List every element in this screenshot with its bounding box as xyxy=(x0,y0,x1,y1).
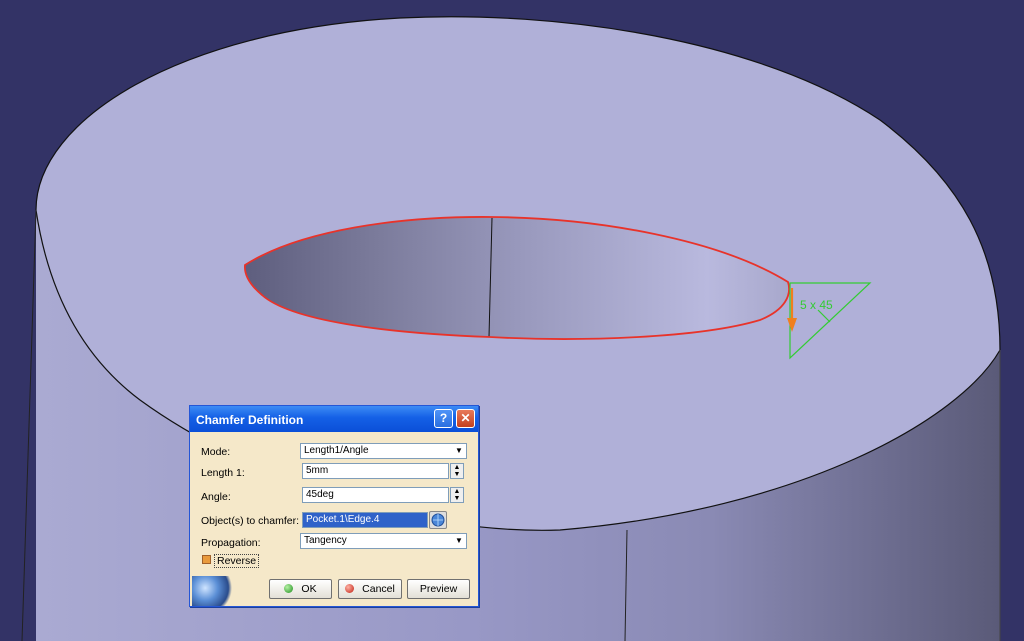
dialog-titlebar[interactable]: Chamfer Definition ? ✕ xyxy=(190,406,478,432)
objects-label: Object(s) to chamfer: xyxy=(201,515,300,527)
close-icon[interactable]: ✕ xyxy=(456,409,475,428)
chamfer-dimension-label: 5 x 45 xyxy=(800,298,833,312)
chamfer-definition-dialog: Chamfer Definition ? ✕ Mode: Length1/Ang… xyxy=(189,405,479,607)
cancel-button[interactable]: Cancel xyxy=(338,579,402,599)
angle-input[interactable]: 45deg xyxy=(302,487,449,503)
length1-label: Length 1: xyxy=(201,467,245,479)
ok-icon xyxy=(284,584,294,593)
propagation-label: Propagation: xyxy=(201,537,261,549)
reverse-checkbox[interactable] xyxy=(202,555,211,564)
side-silhouette-left xyxy=(21,209,37,641)
combo-arrow-icon[interactable]: ▼ xyxy=(453,535,465,547)
help-icon[interactable]: ? xyxy=(434,409,453,428)
3d-viewport[interactable]: 5 x 45 xyxy=(0,0,1024,641)
dialog-title: Chamfer Definition xyxy=(196,413,304,427)
ok-label: OK xyxy=(301,583,317,595)
preview-button[interactable]: Preview xyxy=(407,579,470,599)
catia-globe-logo xyxy=(192,576,236,606)
reverse-label[interactable]: Reverse xyxy=(214,554,260,568)
propagation-combo[interactable]: Tangency ▼ xyxy=(300,533,467,549)
objects-field[interactable]: Pocket.1\Edge.4 xyxy=(302,512,428,528)
cancel-label: Cancel xyxy=(362,583,395,595)
mode-combo[interactable]: Length1/Angle ▼ xyxy=(300,443,467,459)
angle-spin-icon[interactable]: ▲ ▼ xyxy=(450,487,464,503)
length1-input[interactable]: 5mm xyxy=(302,463,449,479)
cancel-icon xyxy=(345,584,355,593)
propagation-value: Tangency xyxy=(304,535,347,546)
ok-button[interactable]: OK xyxy=(269,579,332,599)
mode-value: Length1/Angle xyxy=(304,445,369,456)
mode-label: Mode: xyxy=(201,446,231,458)
combo-arrow-icon[interactable]: ▼ xyxy=(453,445,465,457)
length1-spin-icon[interactable]: ▲ ▼ xyxy=(450,463,464,479)
selection-globe-icon[interactable] xyxy=(429,511,447,529)
angle-label: Angle: xyxy=(201,491,231,503)
